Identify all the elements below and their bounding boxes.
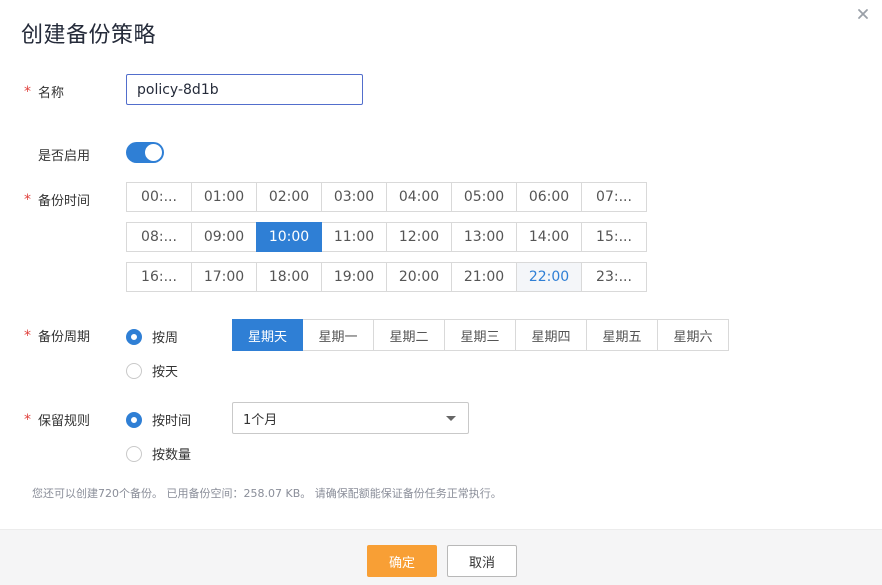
weekday-option[interactable]: 星期五 [586, 319, 658, 351]
weekday-option[interactable]: 星期一 [302, 319, 374, 351]
time-slot[interactable]: 16:... [126, 262, 192, 292]
backup-time-label: * 备份时间 [24, 191, 91, 210]
weekday-selector: 星期天 星期一 星期二 星期三 星期四 星期五 星期六 [232, 319, 729, 351]
time-slot[interactable]: 09:00 [191, 222, 257, 252]
required-star: * [24, 327, 31, 344]
weekday-option[interactable]: 星期三 [444, 319, 516, 351]
time-slot[interactable]: 04:00 [386, 182, 452, 212]
time-slot[interactable]: 03:00 [321, 182, 387, 212]
enabled-toggle[interactable] [126, 142, 164, 163]
required-star: * [24, 83, 31, 100]
time-slot[interactable]: 02:00 [256, 182, 322, 212]
time-slot[interactable]: 23:... [581, 262, 647, 292]
radio-circle [126, 328, 142, 345]
backup-time-grid: 00:... 01:00 02:00 03:00 04:00 05:00 06:00 07:.… [126, 182, 653, 302]
retention-label: * 保留规则 [24, 411, 91, 430]
time-slot[interactable]: 10:00 [256, 222, 322, 252]
time-slot[interactable]: 05:00 [451, 182, 517, 212]
time-slot[interactable]: 20:00 [386, 262, 452, 292]
time-row: 16:... 17:00 18:00 19:00 20:00 21:00 22:00 23:.… [126, 262, 653, 292]
name-label: * 名称 [24, 83, 65, 102]
chevron-down-icon [446, 416, 456, 421]
time-slot[interactable]: 19:00 [321, 262, 387, 292]
dialog-footer: 确定 取消 [0, 529, 882, 585]
retention-by-time-radio[interactable]: 按时间 [126, 410, 191, 429]
cycle-by-day-radio[interactable]: 按天 [126, 361, 178, 380]
required-star: * [24, 411, 31, 428]
backup-cycle-label: * 备份周期 [24, 327, 91, 346]
enabled-label: * 是否启用 [38, 149, 91, 164]
time-row: 00:... 01:00 02:00 03:00 04:00 05:00 06:00 07:.… [126, 182, 653, 212]
weekday-option[interactable]: 星期六 [657, 319, 729, 351]
weekday-option[interactable]: 星期天 [232, 319, 303, 351]
time-slot[interactable]: 08:... [126, 222, 192, 252]
time-slot[interactable]: 00:... [126, 182, 192, 212]
cycle-by-week-radio[interactable]: 按周 [126, 327, 178, 346]
time-row: 08:... 09:00 10:00 11:00 12:00 13:00 14:00 15:.… [126, 222, 653, 252]
time-slot[interactable]: 22:00 [516, 262, 582, 292]
time-slot[interactable]: 01:00 [191, 182, 257, 212]
toggle-knob [144, 143, 163, 162]
create-backup-policy-dialog: 创建备份策略 * 名称 * 是否启用 * 备份时间 00:...01:0002:… [0, 0, 882, 585]
retention-time-select[interactable]: 1个月 [232, 402, 469, 434]
time-slot[interactable]: 18:00 [256, 262, 322, 292]
time-slot[interactable]: 15:... [581, 222, 647, 252]
radio-circle [126, 445, 142, 462]
time-slot[interactable]: 17:00 [191, 262, 257, 292]
time-slot[interactable]: 13:00 [451, 222, 517, 252]
weekday-option[interactable]: 星期四 [515, 319, 587, 351]
radio-circle [126, 411, 142, 428]
name-input[interactable] [126, 74, 363, 105]
radio-circle [126, 362, 142, 379]
time-slot[interactable]: 14:00 [516, 222, 582, 252]
dialog-title: 创建备份策略 [21, 23, 157, 48]
time-slot[interactable]: 21:00 [451, 262, 517, 292]
time-slot[interactable]: 07:... [581, 182, 647, 212]
time-slot[interactable]: 06:00 [516, 182, 582, 212]
time-slot[interactable]: 11:00 [321, 222, 387, 252]
confirm-button[interactable]: 确定 [367, 545, 437, 577]
weekday-option[interactable]: 星期二 [373, 319, 445, 351]
quota-info-text: 您还可以创建720个备份。 已用备份空间：258.07 KB。 请确保配额能保证… [32, 487, 502, 500]
close-button[interactable] [852, 3, 874, 25]
close-icon [858, 9, 868, 19]
required-star: * [24, 191, 31, 208]
cancel-button[interactable]: 取消 [447, 545, 517, 577]
retention-by-count-radio[interactable]: 按数量 [126, 444, 191, 463]
time-slot[interactable]: 12:00 [386, 222, 452, 252]
